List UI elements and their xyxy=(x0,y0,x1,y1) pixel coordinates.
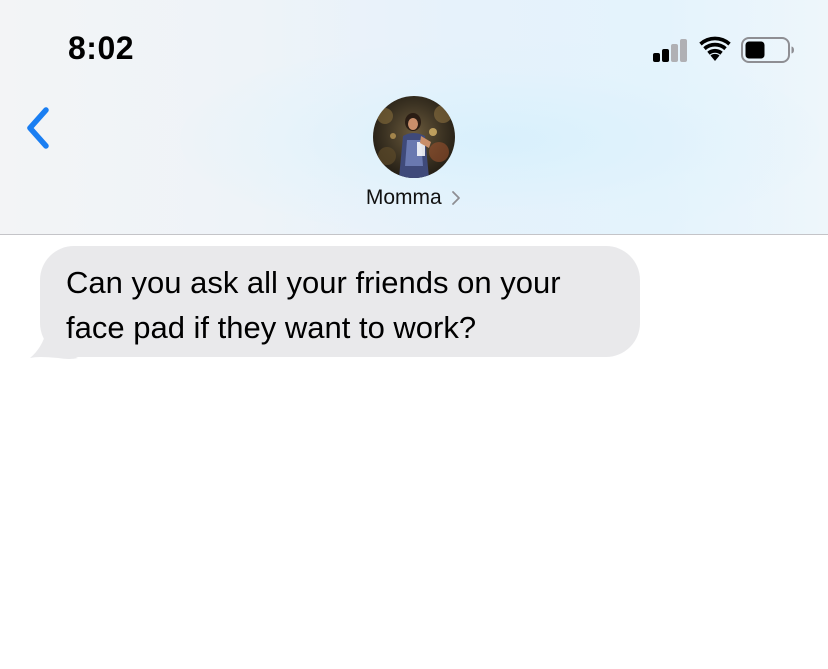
contact-name-button[interactable]: Momma xyxy=(340,186,488,216)
chevron-right-icon xyxy=(452,191,461,205)
message-row: Can you ask all your friends on your fac… xyxy=(28,246,643,361)
status-time: 8:02 xyxy=(68,30,135,66)
incoming-message-bubble[interactable]: Can you ask all your friends on your fac… xyxy=(40,246,640,357)
avatar-photo xyxy=(373,96,455,178)
wifi-icon xyxy=(699,36,731,61)
back-chevron-icon[interactable] xyxy=(22,104,54,152)
battery-icon xyxy=(741,37,794,63)
signal-icon xyxy=(651,38,691,62)
contact-avatar[interactable] xyxy=(373,96,455,178)
message-text: Can you ask all your friends on your fac… xyxy=(66,265,561,345)
header-background-glow xyxy=(180,40,820,234)
messages-screen: 8:02 Momma Can you ask all your friends … xyxy=(0,0,828,669)
contact-name: Momma xyxy=(365,186,442,209)
conversation-header: 8:02 Momma xyxy=(0,0,828,235)
